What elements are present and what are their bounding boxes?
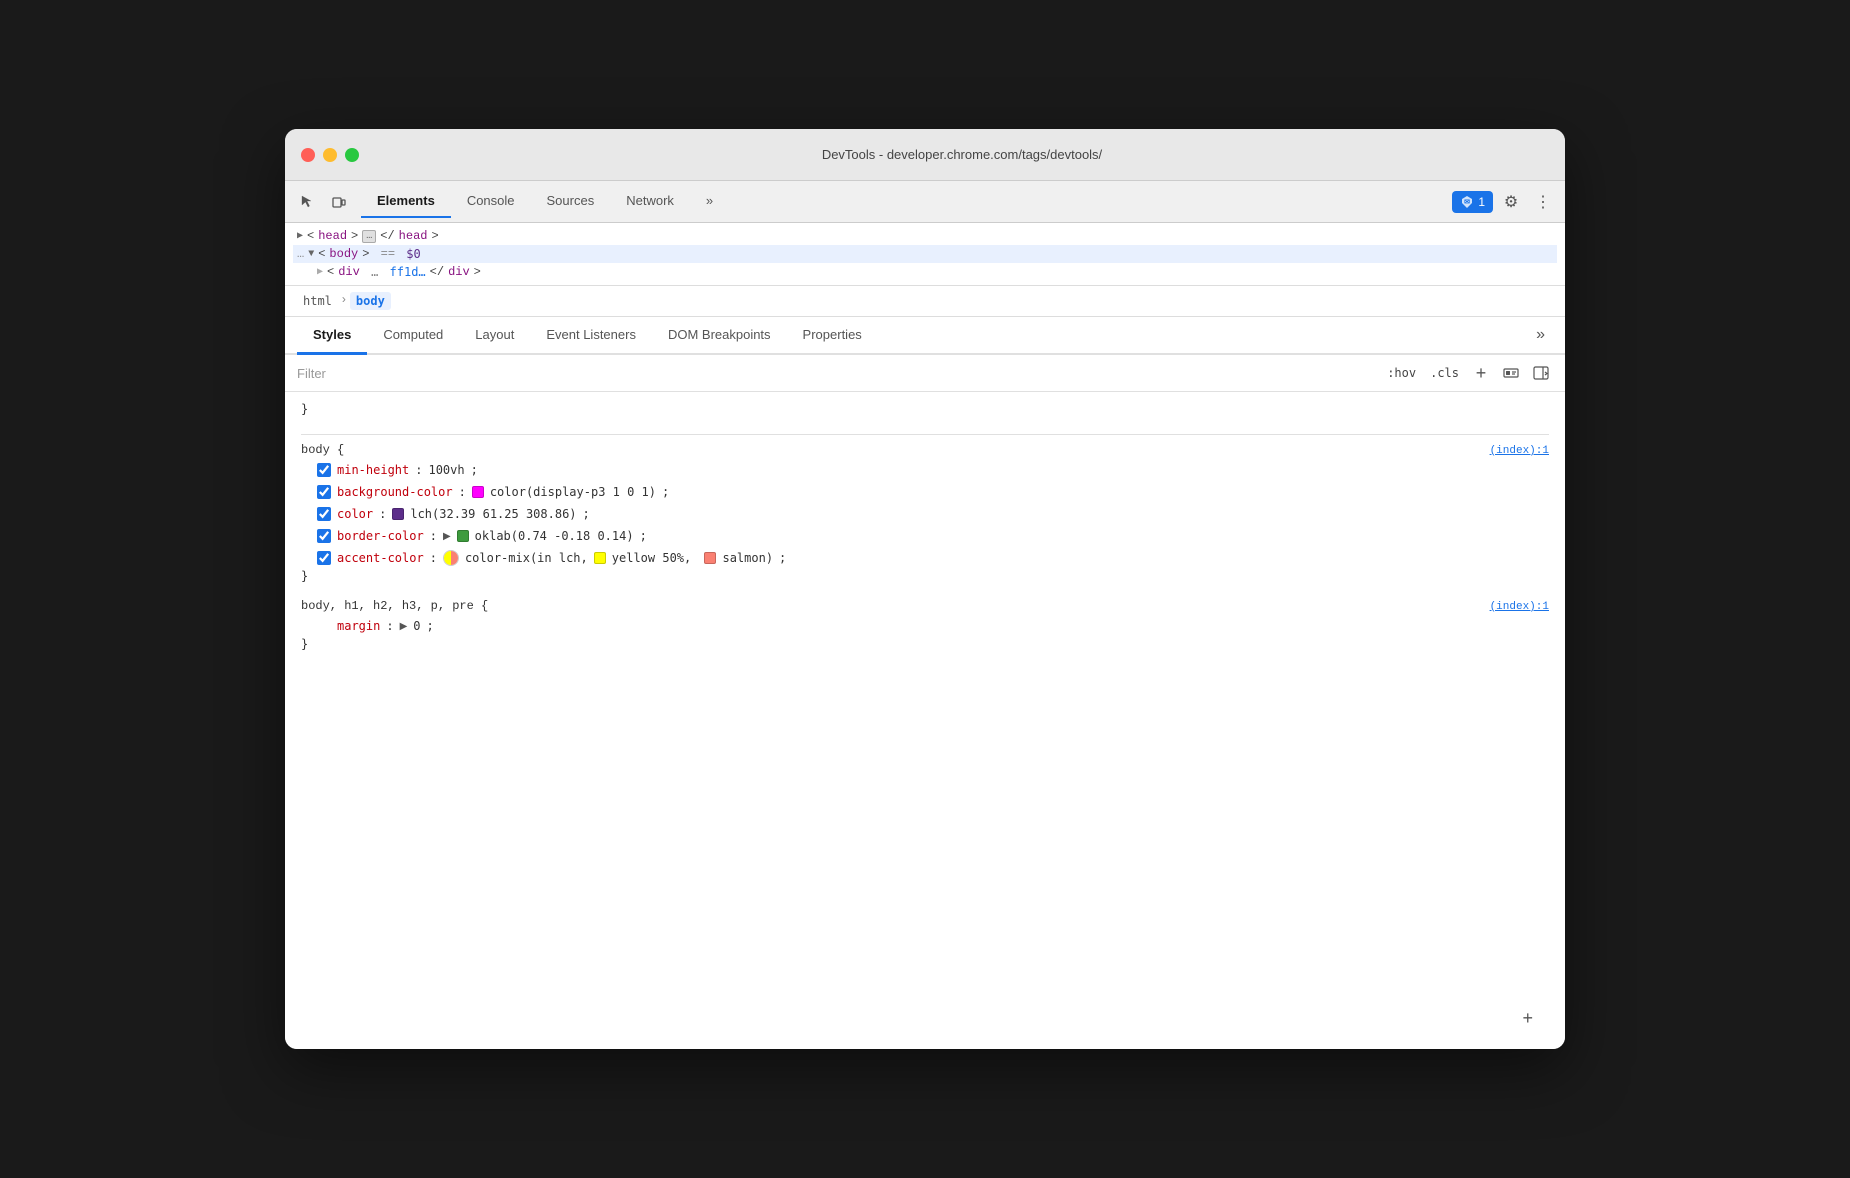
rule-body-elements-source[interactable]: (index):1 <box>1490 601 1549 613</box>
head-tree-line[interactable]: ▶ <head> … </head> <box>293 227 1557 245</box>
toggle-sidebar-icon[interactable] <box>1529 361 1553 385</box>
prop-margin-value[interactable]: 0 <box>413 619 420 633</box>
more-options-icon[interactable]: ⋮ <box>1529 188 1557 216</box>
tab-computed[interactable]: Computed <box>367 317 459 355</box>
notifications-badge[interactable]: ✉ 1 <box>1452 191 1493 213</box>
prop-bg-color-checkbox[interactable] <box>317 485 331 499</box>
title-bar: DevTools - developer.chrome.com/tags/dev… <box>285 129 1565 181</box>
hov-button[interactable]: :hov <box>1383 364 1420 382</box>
breadcrumb: html › body <box>285 286 1565 317</box>
prop-border-color: border-color : ▶ oklab(0.74 -0.18 0.14) … <box>317 525 1549 547</box>
prop-margin: margin : ▶ 0 ; <box>317 615 1549 637</box>
tab-sources[interactable]: Sources <box>531 185 611 218</box>
prop-accent-color-value[interactable]: color-mix(in lch, <box>465 551 588 565</box>
tab-elements[interactable]: Elements <box>361 185 451 218</box>
accent-color-mix-swatch[interactable] <box>443 550 459 566</box>
css-props-body-elements: margin : ▶ 0 ; <box>317 615 1549 637</box>
prop-border-color-value[interactable]: oklab(0.74 -0.18 0.14) <box>475 529 634 543</box>
css-rule-closing: } <box>301 400 1549 418</box>
prop-color-checkbox[interactable] <box>317 507 331 521</box>
prop-color: color : lch(32.39 61.25 308.86) ; <box>317 503 1549 525</box>
css-rule-body-elements: body, h1, h2, h3, p, pre { (index):1 mar… <box>301 599 1549 651</box>
breadcrumb-body[interactable]: body <box>350 292 391 310</box>
tab-dom-breakpoints[interactable]: DOM Breakpoints <box>652 317 787 355</box>
margin-expand[interactable]: ▶ <box>400 621 408 632</box>
prop-min-height-value[interactable]: 100vh <box>428 463 464 477</box>
prop-min-height: min-height : 100vh ; <box>317 459 1549 481</box>
add-style-rule-icon[interactable]: + <box>1469 361 1493 385</box>
rule-body-header: body { (index):1 <box>301 443 1549 457</box>
prop-color-value[interactable]: lch(32.39 61.25 308.86) <box>410 507 576 521</box>
filter-input[interactable] <box>297 366 1375 381</box>
section-divider-1 <box>301 434 1549 435</box>
tab-more[interactable]: » <box>690 185 729 218</box>
settings-icon[interactable]: ⚙ <box>1497 188 1525 216</box>
svg-text:✉: ✉ <box>1464 199 1470 206</box>
force-element-state-icon[interactable] <box>1499 361 1523 385</box>
body-expand-arrow[interactable]: ▼ <box>308 249 314 260</box>
devtools-toolbar: Elements Console Sources Network » ✉ 1 <box>285 181 1565 223</box>
bg-color-swatch[interactable] <box>472 486 484 498</box>
devtools-tabs: Elements Console Sources Network » <box>361 185 1452 218</box>
prop-border-color-name: border-color <box>337 529 424 543</box>
toolbar-right: ✉ 1 ⚙ ⋮ <box>1452 188 1557 216</box>
prop-bg-color-value[interactable]: color(display-p3 1 0 1) <box>490 485 656 499</box>
prop-accent-color-name: accent-color <box>337 551 424 565</box>
tab-layout[interactable]: Layout <box>459 317 530 355</box>
maximize-button[interactable] <box>345 148 359 162</box>
css-rule-body: body { (index):1 min-height : 100vh ; ba… <box>301 443 1549 583</box>
close-button[interactable] <box>301 148 315 162</box>
div-expand-arrow[interactable]: ▶ <box>317 266 323 278</box>
add-rule-button[interactable]: + <box>1514 1004 1541 1033</box>
tab-properties[interactable]: Properties <box>787 317 878 355</box>
salmon-swatch[interactable] <box>704 552 716 564</box>
html-tree: ▶ <head> … </head> … ▼ <body> == $0 ▶ <d… <box>285 223 1565 286</box>
color-swatch[interactable] <box>392 508 404 520</box>
tab-event-listeners[interactable]: Event Listeners <box>530 317 652 355</box>
prop-accent-yellow-value[interactable]: yellow 50%, <box>612 551 699 565</box>
border-color-swatch[interactable] <box>457 530 469 542</box>
prop-accent-color: accent-color : color-mix(in lch, yellow … <box>317 547 1549 569</box>
main-css-content: } body { (index):1 min-height : 100vh ; <box>285 392 1565 1049</box>
prop-background-color: background-color : color(display-p3 1 0 … <box>317 481 1549 503</box>
window-title: DevTools - developer.chrome.com/tags/dev… <box>375 147 1549 162</box>
head-expand-arrow[interactable]: ▶ <box>297 230 303 242</box>
prop-min-height-name: min-height <box>337 463 409 477</box>
prop-bg-color-name: background-color <box>337 485 453 499</box>
yellow-swatch[interactable] <box>594 552 606 564</box>
prop-min-height-checkbox[interactable] <box>317 463 331 477</box>
device-toggle-icon[interactable] <box>325 188 353 216</box>
prop-margin-name: margin <box>337 619 380 633</box>
rule-body-elements-header: body, h1, h2, h3, p, pre { (index):1 <box>301 599 1549 613</box>
body-elements-rule-closing-brace: } <box>301 637 1549 651</box>
prop-color-name: color <box>337 507 373 521</box>
body-tree-line[interactable]: … ▼ <body> == $0 <box>293 245 1557 263</box>
rule-body-selector: body { <box>301 443 344 457</box>
prop-border-color-checkbox[interactable] <box>317 529 331 543</box>
filter-actions: :hov .cls + <box>1383 361 1553 385</box>
breadcrumb-html[interactable]: html <box>297 292 338 310</box>
div-tree-line[interactable]: ▶ <div … ff1d… </div> <box>293 263 1557 281</box>
border-color-expand[interactable]: ▶ <box>443 531 451 542</box>
tab-console[interactable]: Console <box>451 185 531 218</box>
minimize-button[interactable] <box>323 148 337 162</box>
head-ellipsis[interactable]: … <box>362 230 376 243</box>
devtools-window: DevTools - developer.chrome.com/tags/dev… <box>285 129 1565 1049</box>
tab-more-icon[interactable]: » <box>1528 326 1553 344</box>
tab-styles[interactable]: Styles <box>297 317 367 355</box>
body-rule-closing-brace: } <box>301 569 1549 583</box>
filter-bar: :hov .cls + <box>285 355 1565 392</box>
traffic-lights <box>301 148 359 162</box>
styles-panel-tabs: Styles Computed Layout Event Listeners D… <box>285 317 1565 355</box>
inspect-icon[interactable] <box>293 188 321 216</box>
rule-body-source[interactable]: (index):1 <box>1490 445 1549 457</box>
toolbar-icons <box>293 188 353 216</box>
prop-accent-salmon-value[interactable]: salmon) <box>722 551 773 565</box>
cls-button[interactable]: .cls <box>1426 364 1463 382</box>
prop-accent-color-checkbox[interactable] <box>317 551 331 565</box>
rule-body-elements-selector: body, h1, h2, h3, p, pre { <box>301 599 488 613</box>
css-props-body: min-height : 100vh ; background-color : … <box>317 459 1549 569</box>
tab-network[interactable]: Network <box>610 185 690 218</box>
